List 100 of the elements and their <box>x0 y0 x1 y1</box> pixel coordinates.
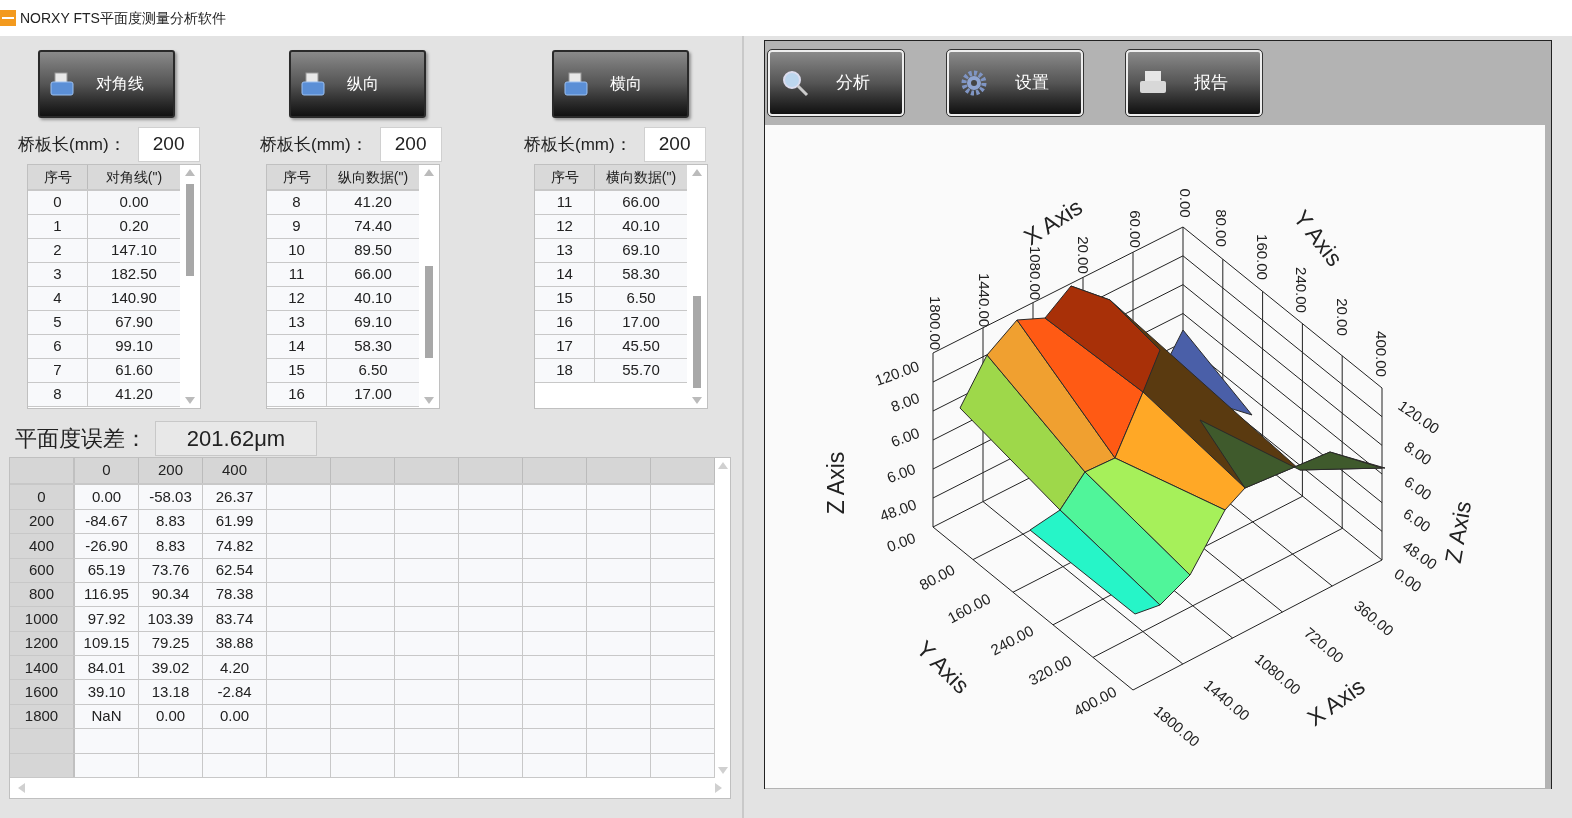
table-cell-text: 74.40 <box>353 216 393 237</box>
table-cell: 18 <box>535 359 595 382</box>
search-icon <box>780 68 810 98</box>
toolbar-button[interactable]: 分析 <box>768 50 904 116</box>
table-cell-text: 140.90 <box>110 288 158 309</box>
table-cell: 10 <box>267 239 327 262</box>
table-cell: 3 <box>28 263 88 286</box>
tick-label: 120.00 <box>872 357 922 389</box>
row-header[interactable]: 400 <box>10 534 75 558</box>
table-cell: 83.74 <box>203 607 267 631</box>
flatness-value-field: 201.62μm <box>155 421 317 456</box>
row-header[interactable]: 1200 <box>10 631 75 656</box>
row-header[interactable]: 600 <box>10 558 75 582</box>
table-cell: 0 <box>28 191 88 214</box>
tick-label: 80.00 <box>1212 209 1230 247</box>
length-label: 桥板长(mm)： <box>260 133 368 156</box>
row-header[interactable]: 200 <box>10 509 75 534</box>
column-header[interactable]: 序号 <box>267 165 327 189</box>
table-cell-text: 69.10 <box>353 312 393 333</box>
scroll-up-icon[interactable] <box>185 169 195 176</box>
axis-title: X Axis <box>1302 673 1370 731</box>
table-cell-text: 99.10 <box>114 336 154 357</box>
table-cell: 1 <box>28 215 88 238</box>
tick-label: 6.00 <box>1400 504 1434 536</box>
toolbar-button[interactable]: 报告 <box>1126 50 1262 116</box>
table-cell: 65.19 <box>75 558 139 582</box>
column-header[interactable]: 横向数据(") <box>595 165 687 189</box>
panel-button[interactable]: 纵向 <box>289 50 426 118</box>
length-field[interactable]: 200 <box>643 127 706 162</box>
scroll-down-icon[interactable] <box>185 397 195 404</box>
column-header[interactable]: 对角线(") <box>88 165 180 189</box>
table-cell: 116.95 <box>75 582 139 607</box>
length-field[interactable]: 200 <box>137 127 200 162</box>
scroll-up-icon[interactable] <box>692 169 702 176</box>
document-icon <box>564 71 590 97</box>
scrollbar-thumb[interactable] <box>425 266 433 358</box>
scroll-up-icon[interactable] <box>424 169 434 176</box>
scroll-down-icon[interactable] <box>717 767 728 774</box>
table-cell: NaN <box>75 704 139 729</box>
row-header[interactable]: 800 <box>10 582 75 607</box>
table-cell-text: 0.00 <box>118 192 150 213</box>
tick-label: 0.00 <box>1176 188 1194 218</box>
column-header[interactable]: 200 <box>139 458 203 484</box>
table-cell: 8 <box>267 191 327 214</box>
column-header[interactable]: 0 <box>75 458 139 484</box>
table-cell: 8 <box>28 383 88 406</box>
row-header[interactable] <box>10 753 75 778</box>
table-cell: 74.82 <box>203 534 267 558</box>
table-cell-text: 67.90 <box>114 312 154 333</box>
table-cell: 90.34 <box>139 582 203 607</box>
panel-button[interactable]: 横向 <box>552 50 689 118</box>
table-cell-text: 6.50 <box>625 288 657 309</box>
document-icon <box>50 71 76 97</box>
length-label: 桥板长(mm)： <box>18 133 126 156</box>
length-label: 桥板长(mm)： <box>524 133 632 156</box>
table-cell: 15 <box>267 359 327 382</box>
table-cell: 78.38 <box>203 582 267 607</box>
table-cell: -26.90 <box>75 534 139 558</box>
table-cell: 13 <box>535 239 595 262</box>
table-cell: 7 <box>28 359 88 382</box>
table-cell: 4.20 <box>203 656 267 680</box>
scroll-down-icon[interactable] <box>692 397 702 404</box>
row-header[interactable]: 1000 <box>10 607 75 631</box>
table-cell-text: 55.70 <box>621 360 661 381</box>
tick-label: 1080.00 <box>1026 245 1044 301</box>
tick-label: 48.00 <box>877 495 919 525</box>
table-cell: 11 <box>535 191 595 214</box>
table-cell-text: 61.60 <box>114 360 154 381</box>
row-header[interactable]: 1400 <box>10 656 75 680</box>
scroll-up-icon[interactable] <box>717 462 728 469</box>
table-cell: -2.84 <box>203 680 267 704</box>
row-header[interactable]: 1600 <box>10 680 75 704</box>
table-cell: 8.83 <box>139 534 203 558</box>
panel-button[interactable]: 对角线 <box>38 50 175 118</box>
scrollbar-thumb[interactable] <box>186 184 194 276</box>
column-header[interactable]: 纵向数据(") <box>327 165 419 189</box>
tick-label: 0.00 <box>884 529 918 555</box>
window-title: NORXY FTS平面度测量分析软件 <box>20 8 226 28</box>
column-header[interactable]: 序号 <box>28 165 88 189</box>
scroll-right-icon[interactable] <box>715 783 722 793</box>
length-field[interactable]: 200 <box>379 127 442 162</box>
column-header[interactable]: 序号 <box>535 165 595 189</box>
tick-label: 60.00 <box>1126 210 1144 248</box>
table-cell: 103.39 <box>139 607 203 631</box>
tick-label: 240.00 <box>1292 267 1310 313</box>
row-header[interactable]: 0 <box>10 485 75 509</box>
row-header[interactable] <box>10 729 75 753</box>
scroll-down-icon[interactable] <box>424 397 434 404</box>
table-cell-text: 45.50 <box>621 336 661 357</box>
table-cell-text: 17.00 <box>353 384 393 405</box>
tick-label: 20.00 <box>1333 298 1351 336</box>
scrollbar-thumb[interactable] <box>693 296 701 388</box>
scroll-left-icon[interactable] <box>18 783 25 793</box>
tick-label: 1800.00 <box>926 295 944 351</box>
row-header[interactable]: 1800 <box>10 704 75 729</box>
column-header[interactable]: 400 <box>203 458 267 484</box>
document-icon <box>301 71 327 97</box>
tick-label: 6.00 <box>1401 472 1435 504</box>
table-cell-text: 58.30 <box>621 264 661 285</box>
toolbar-button[interactable]: 设置 <box>947 50 1083 116</box>
